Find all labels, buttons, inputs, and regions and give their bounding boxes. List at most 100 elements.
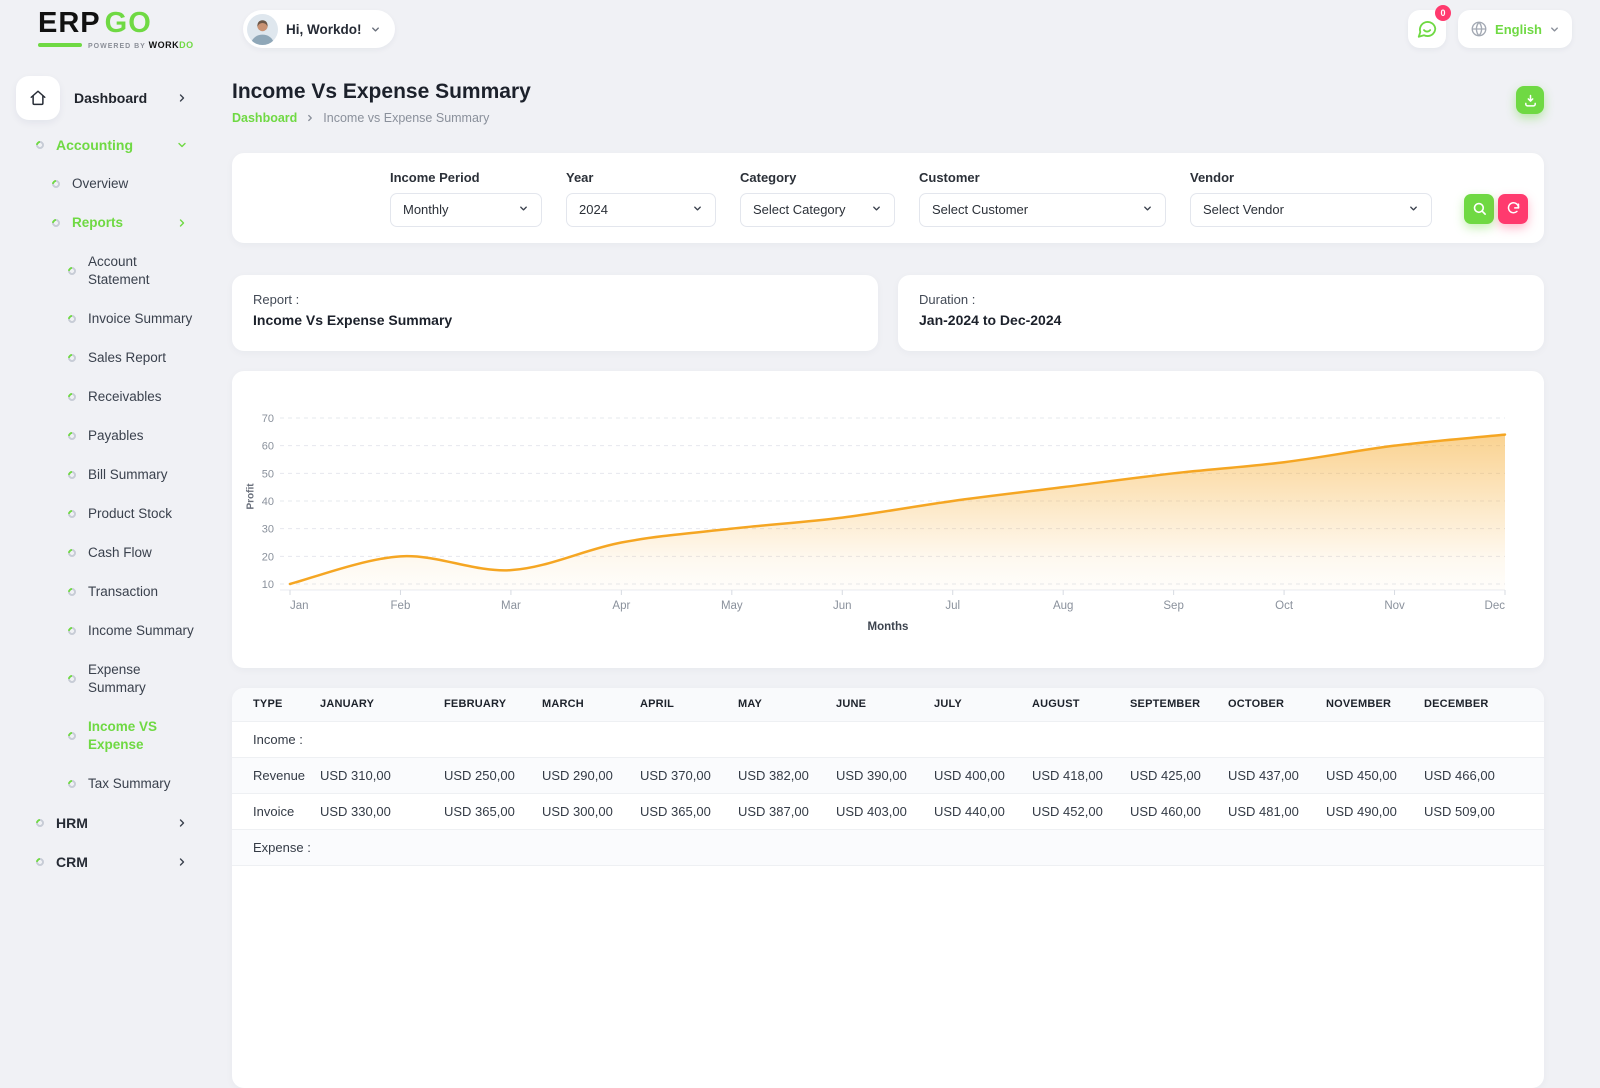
bullet-icon xyxy=(50,178,61,189)
bullet-icon xyxy=(66,469,77,480)
sidebar-item-label: CRM xyxy=(56,853,88,871)
bullet-icon xyxy=(34,139,45,150)
sidebar-item-label: Cash Flow xyxy=(88,544,152,562)
chevron-right-icon xyxy=(176,856,188,868)
value-cell: USD 425,00 xyxy=(1130,757,1228,793)
filter-income-period-select[interactable]: Monthly xyxy=(390,193,542,227)
chevron-down-icon xyxy=(176,139,188,151)
value-cell: USD 370,00 xyxy=(640,757,738,793)
chevron-right-icon xyxy=(305,113,315,123)
erpgo-logo[interactable]: ERPGO POWERED BY WORKDO xyxy=(38,8,194,50)
breadcrumb-dashboard-link[interactable]: Dashboard xyxy=(232,111,297,125)
sidebar-item-label: Account Statement xyxy=(88,253,180,289)
sidebar-item-invoice-summary[interactable]: Invoice Summary xyxy=(0,299,232,338)
sidebar-item-label: Bill Summary xyxy=(88,466,168,484)
reset-button[interactable] xyxy=(1498,194,1528,224)
sidebar-item-overview[interactable]: Overview xyxy=(0,164,232,203)
duration-value: Jan-2024 to Dec-2024 xyxy=(919,312,1523,328)
filter-vendor-label: Vendor xyxy=(1190,170,1432,185)
svg-text:70: 70 xyxy=(262,413,274,425)
bullet-icon xyxy=(66,547,77,558)
filter-customer: CustomerSelect Customer xyxy=(919,170,1166,227)
sidebar-item-account-statement[interactable]: Account Statement xyxy=(0,242,232,299)
search-button[interactable] xyxy=(1464,194,1494,224)
chevron-down-icon xyxy=(1549,24,1560,35)
user-menu[interactable]: Hi, Workdo! xyxy=(243,10,395,48)
column-header-april: APRIL xyxy=(640,688,738,721)
column-header-november: NOVEMBER xyxy=(1326,688,1424,721)
sidebar-item-label: Accounting xyxy=(56,136,133,154)
bullet-icon xyxy=(50,217,61,228)
sidebar-item-accounting[interactable]: Accounting xyxy=(0,125,232,164)
duration-card: Duration : Jan-2024 to Dec-2024 xyxy=(898,275,1544,351)
search-icon xyxy=(1472,201,1487,216)
value-cell: USD 418,00 xyxy=(1032,757,1130,793)
column-header-type: TYPE xyxy=(232,688,320,721)
chevron-down-icon xyxy=(692,203,703,214)
column-header-march: MARCH xyxy=(542,688,640,721)
sidebar-item-income-summary[interactable]: Income Summary xyxy=(0,611,232,650)
sidebar-item-product-stock[interactable]: Product Stock xyxy=(0,494,232,533)
chevron-right-icon xyxy=(176,92,188,104)
filter-income-period-label: Income Period xyxy=(390,170,542,185)
column-header-january: JANUARY xyxy=(320,688,444,721)
row-label: Income : xyxy=(232,721,320,757)
language-selector[interactable]: English xyxy=(1458,10,1572,48)
sidebar-item-label: Tax Summary xyxy=(88,775,171,793)
filter-category: CategorySelect Category xyxy=(740,170,895,227)
bullet-icon xyxy=(66,673,77,684)
filter-groups: Income PeriodMonthlyYear2024CategorySele… xyxy=(390,170,1456,227)
sidebar-item-expense-summary[interactable]: Expense Summary xyxy=(0,650,232,707)
empty-cell xyxy=(320,721,1544,757)
filter-customer-select[interactable]: Select Customer xyxy=(919,193,1166,227)
filter-category-select[interactable]: Select Category xyxy=(740,193,895,227)
sidebar-item-tax-summary[interactable]: Tax Summary xyxy=(0,764,232,803)
value-cell: USD 490,00 xyxy=(1326,793,1424,829)
value-cell: USD 365,00 xyxy=(444,793,542,829)
report-label: Report : xyxy=(253,292,857,307)
value-cell: USD 365,00 xyxy=(640,793,738,829)
main-content: Income Vs Expense Summary Dashboard Inco… xyxy=(232,58,1544,1088)
sidebar-item-label: HRM xyxy=(56,814,88,832)
report-card: Report : Income Vs Expense Summary xyxy=(232,275,878,351)
download-button[interactable] xyxy=(1516,86,1544,114)
sidebar-item-hrm[interactable]: HRM xyxy=(0,803,232,842)
sidebar-item-transaction[interactable]: Transaction xyxy=(0,572,232,611)
svg-text:Apr: Apr xyxy=(612,600,630,612)
sidebar-item-receivables[interactable]: Receivables xyxy=(0,377,232,416)
messages-button[interactable]: 0 xyxy=(1408,10,1446,48)
filter-year-value: 2024 xyxy=(579,202,608,217)
filter-income-period: Income Period Monthly xyxy=(390,170,542,227)
chevron-down-icon xyxy=(1142,203,1153,214)
row-label: Expense : xyxy=(232,829,320,865)
filter-vendor-select[interactable]: Select Vendor xyxy=(1190,193,1432,227)
svg-text:Aug: Aug xyxy=(1053,600,1073,612)
svg-text:Jul: Jul xyxy=(945,600,960,612)
sidebar-item-bill-summary[interactable]: Bill Summary xyxy=(0,455,232,494)
breadcrumb: Dashboard Income vs Expense Summary xyxy=(232,111,1544,125)
sidebar-item-crm[interactable]: CRM xyxy=(0,842,232,881)
bullet-icon xyxy=(66,391,77,402)
sidebar-item-reports[interactable]: Reports xyxy=(0,203,232,242)
reset-icon xyxy=(1506,201,1521,216)
duration-label: Duration : xyxy=(919,292,1523,307)
svg-text:Oct: Oct xyxy=(1275,600,1294,612)
value-cell: USD 387,00 xyxy=(738,793,836,829)
sidebar-item-cash-flow[interactable]: Cash Flow xyxy=(0,533,232,572)
svg-text:50: 50 xyxy=(262,468,274,480)
value-cell: USD 450,00 xyxy=(1326,757,1424,793)
sidebar-item-sales-report[interactable]: Sales Report xyxy=(0,338,232,377)
column-header-october: OCTOBER xyxy=(1228,688,1326,721)
sidebar-item-income-vs-expense[interactable]: Income VS Expense xyxy=(0,707,232,764)
bullet-icon xyxy=(34,817,45,828)
sidebar-item-label: Overview xyxy=(72,175,128,193)
value-cell: USD 290,00 xyxy=(542,757,640,793)
svg-text:40: 40 xyxy=(262,496,274,508)
sidebar-item-payables[interactable]: Payables xyxy=(0,416,232,455)
chart-x-axis-label: Months xyxy=(232,621,1544,633)
filters-card: Income PeriodMonthlyYear2024CategorySele… xyxy=(232,153,1544,243)
filter-year-select[interactable]: 2024 xyxy=(566,193,716,227)
chevron-down-icon xyxy=(370,24,381,35)
sidebar-item-dashboard[interactable]: Dashboard xyxy=(16,76,216,120)
avatar xyxy=(247,14,278,45)
